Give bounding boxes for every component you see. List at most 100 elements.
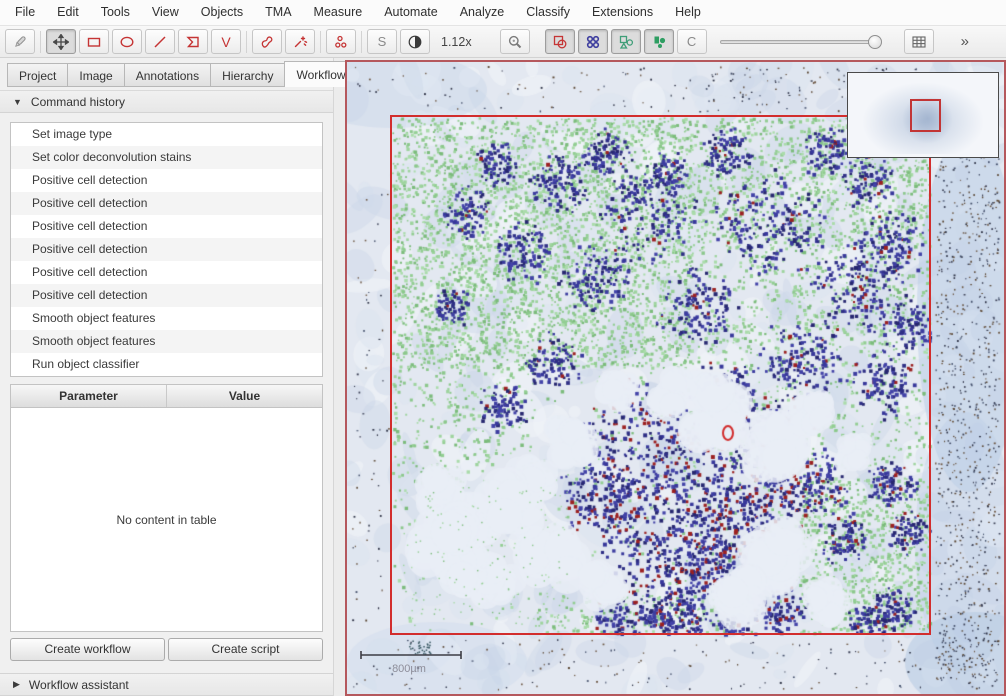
fill-detections-icon <box>651 34 667 50</box>
list-item[interactable]: Smooth object features <box>11 330 322 353</box>
menu-extensions[interactable]: Extensions <box>581 0 664 25</box>
tab-image[interactable]: Image <box>67 63 123 87</box>
show-annotations-icon <box>552 34 568 50</box>
rectangle-icon <box>86 34 102 50</box>
table-icon <box>911 34 927 50</box>
parameter-table-body: No content in table <box>11 408 322 631</box>
list-item[interactable]: Positive cell detection <box>11 238 322 261</box>
menu-tma[interactable]: TMA <box>254 0 302 25</box>
panel-tabs: Project Image Annotations Hierarchy Work… <box>0 58 333 87</box>
line-tool-button[interactable] <box>145 29 175 54</box>
fill-detections-button[interactable] <box>644 29 674 54</box>
menu-objects[interactable]: Objects <box>190 0 254 25</box>
toolbar-overflow-button[interactable]: » <box>961 33 968 50</box>
list-item[interactable]: Positive cell detection <box>11 215 322 238</box>
show-detections-icon <box>618 34 634 50</box>
brush-tool-button[interactable] <box>252 29 282 54</box>
menu-analyze[interactable]: Analyze <box>449 0 515 25</box>
parameter-table: Parameter Value No content in table <box>10 384 323 632</box>
collapse-triangle-icon: ▼ <box>13 97 22 107</box>
command-history-list: Set image type Set color deconvolution s… <box>10 122 323 377</box>
show-classification-button[interactable]: C <box>677 29 707 54</box>
create-script-button[interactable]: Create script <box>168 638 323 661</box>
menu-classify[interactable]: Classify <box>515 0 581 25</box>
show-tma-grid-button[interactable] <box>578 29 608 54</box>
show-annotations-button[interactable] <box>545 29 575 54</box>
list-item[interactable]: Positive cell detection <box>11 169 322 192</box>
tab-hierarchy[interactable]: Hierarchy <box>210 63 284 87</box>
list-item[interactable]: Positive cell detection <box>11 261 322 284</box>
workflow-buttons: Create workflow Create script <box>10 638 323 661</box>
opacity-slider[interactable] <box>720 40 880 44</box>
tab-project[interactable]: Project <box>7 63 67 87</box>
polyline-tool-button[interactable]: V <box>211 29 241 54</box>
ellipse-tool-button[interactable] <box>112 29 142 54</box>
pen-icon <box>12 34 28 50</box>
tab-annotations[interactable]: Annotations <box>124 63 210 87</box>
list-item[interactable]: Set color deconvolution stains <box>11 146 322 169</box>
toolbar-separator <box>361 31 362 53</box>
magnifier-icon <box>507 34 523 50</box>
points-icon <box>333 34 349 50</box>
qupath-window: File Edit Tools View Objects TMA Measure… <box>0 0 1006 696</box>
polygon-tool-button[interactable] <box>178 29 208 54</box>
menu-help[interactable]: Help <box>664 0 712 25</box>
menu-tools[interactable]: Tools <box>90 0 141 25</box>
scale-bar-line <box>359 650 463 660</box>
workflow-assistant-title: Workflow assistant <box>29 678 129 692</box>
magnification-value[interactable]: 1.12x <box>441 35 472 49</box>
create-workflow-button[interactable]: Create workflow <box>10 638 165 661</box>
brightness-contrast-button[interactable] <box>400 29 430 54</box>
zoom-to-fit-button[interactable] <box>500 29 530 54</box>
brush-icon <box>259 34 275 50</box>
column-header-parameter[interactable]: Parameter <box>11 385 167 407</box>
tma-grid-icon <box>585 34 601 50</box>
contrast-icon <box>407 34 423 50</box>
move-icon <box>53 34 69 50</box>
show-detections-button[interactable] <box>611 29 641 54</box>
command-history-header[interactable]: ▼ Command history <box>0 90 333 113</box>
line-icon <box>152 34 168 50</box>
overview-thumbnail[interactable] <box>847 72 999 158</box>
slide-viewer[interactable]: 800µm <box>345 60 1006 696</box>
opacity-slider-thumb[interactable] <box>868 35 882 49</box>
list-item[interactable]: Run object classifier <box>11 353 322 376</box>
analysis-panel: Project Image Annotations Hierarchy Work… <box>0 58 334 696</box>
rectangle-tool-button[interactable] <box>79 29 109 54</box>
menu-bar: File Edit Tools View Objects TMA Measure… <box>0 0 1006 26</box>
wand-tool-button[interactable] <box>285 29 315 54</box>
scale-bar-label: 800µm <box>359 663 459 675</box>
column-header-value[interactable]: Value <box>167 385 322 407</box>
menu-automate[interactable]: Automate <box>373 0 449 25</box>
toolbar-separator <box>40 31 41 53</box>
menu-view[interactable]: View <box>141 0 190 25</box>
list-item[interactable]: Set image type <box>11 123 322 146</box>
menu-file[interactable]: File <box>4 0 46 25</box>
workflow-assistant-header[interactable]: ▶ Workflow assistant <box>0 673 333 696</box>
menu-measure[interactable]: Measure <box>303 0 374 25</box>
roi-annotation-rect <box>390 115 931 635</box>
wand-icon <box>292 34 308 50</box>
polygon-icon <box>185 34 201 50</box>
toolbar: V S 1.12x <box>0 26 1006 58</box>
measurement-table-button[interactable] <box>904 29 934 54</box>
list-item[interactable]: Positive cell detection <box>11 192 322 215</box>
command-history-title: Command history <box>31 95 125 109</box>
classification-icon: C <box>687 34 696 49</box>
menu-edit[interactable]: Edit <box>46 0 90 25</box>
points-tool-button[interactable] <box>326 29 356 54</box>
parameter-table-header: Parameter Value <box>11 385 322 408</box>
move-tool-button[interactable] <box>46 29 76 54</box>
list-item[interactable]: Positive cell detection <box>11 284 322 307</box>
list-item[interactable]: Smooth object features <box>11 307 322 330</box>
empty-table-placeholder: No content in table <box>116 513 216 527</box>
expand-triangle-icon: ▶ <box>13 679 20 690</box>
toolbar-separator <box>246 31 247 53</box>
scale-bar: 800µm <box>359 650 469 675</box>
pen-tool-button[interactable] <box>5 29 35 54</box>
ellipse-icon <box>119 34 135 50</box>
selection-mode-icon: S <box>378 34 387 49</box>
selection-mode-button[interactable]: S <box>367 29 397 54</box>
toolbar-separator <box>320 31 321 53</box>
polyline-icon: V <box>221 34 230 50</box>
